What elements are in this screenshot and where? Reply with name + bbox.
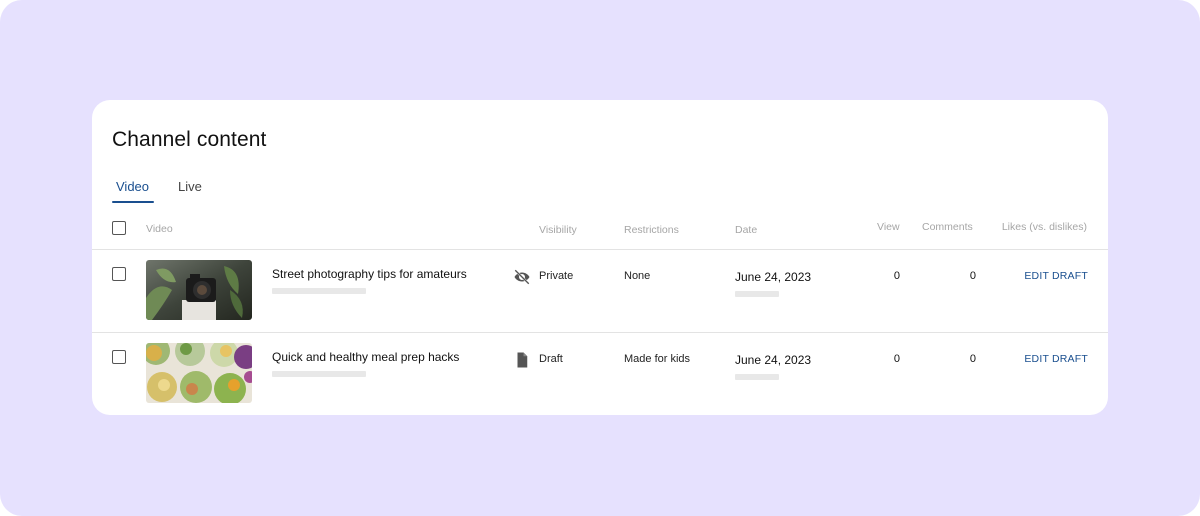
edit-draft-button[interactable]: EDIT DRAFT — [1024, 353, 1088, 365]
header-view: View — [877, 221, 900, 233]
date-placeholder — [735, 291, 779, 297]
header-comments: Comments — [922, 221, 973, 233]
header-likes: Likes (vs. dislikes) — [1001, 221, 1087, 233]
edit-draft-button[interactable]: EDIT DRAFT — [1024, 270, 1088, 282]
tab-live[interactable]: Live — [178, 179, 202, 194]
channel-content-card: Channel content Video Live Video Visibil… — [92, 100, 1108, 415]
document-icon — [517, 352, 528, 368]
restrictions-value: None — [624, 270, 651, 282]
food-bowls-photo-thumbnail — [146, 343, 252, 403]
header-restrictions: Restrictions — [624, 224, 679, 236]
eye-off-icon — [514, 269, 530, 285]
visibility-value: Private — [539, 270, 574, 282]
tab-video[interactable]: Video — [116, 179, 149, 194]
comment-count: 0 — [969, 270, 976, 282]
view-count: 0 — [893, 353, 900, 365]
header-video: Video — [146, 223, 173, 235]
restrictions-value: Made for kids — [624, 353, 691, 365]
row-checkbox[interactable] — [112, 267, 126, 281]
view-count: 0 — [893, 270, 900, 282]
camera-photo-thumbnail — [146, 260, 252, 320]
video-title[interactable]: Street photography tips for amateurs — [272, 267, 467, 281]
header-visibility: Visibility — [539, 224, 577, 236]
select-all-checkbox[interactable] — [112, 221, 126, 235]
page-title: Channel content — [112, 128, 267, 151]
comment-count: 0 — [969, 353, 976, 365]
row-divider — [92, 332, 1108, 333]
date-placeholder — [735, 374, 779, 380]
date-value: June 24, 2023 — [735, 353, 812, 367]
row-checkbox[interactable] — [112, 350, 126, 364]
date-value: June 24, 2023 — [735, 270, 812, 284]
header-date: Date — [735, 224, 758, 236]
video-title[interactable]: Quick and healthy meal prep hacks — [272, 350, 459, 364]
active-tab-indicator — [112, 201, 154, 203]
visibility-value: Draft — [539, 353, 563, 365]
description-placeholder — [272, 288, 366, 294]
header-divider — [92, 249, 1108, 250]
video-thumbnail[interactable] — [146, 260, 252, 320]
video-thumbnail[interactable] — [146, 343, 252, 403]
description-placeholder — [272, 371, 366, 377]
